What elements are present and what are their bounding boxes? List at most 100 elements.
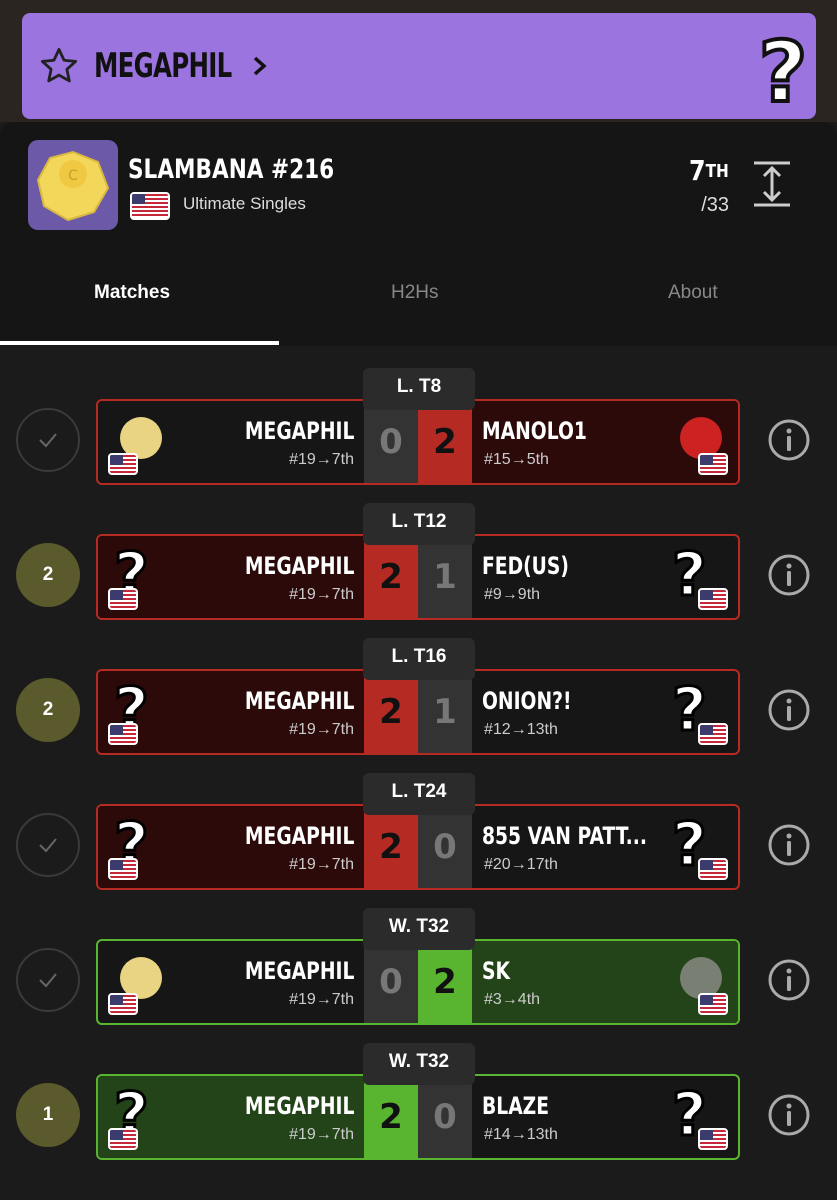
check-icon[interactable] — [16, 813, 80, 877]
dr-mario-icon: ? — [668, 809, 728, 882]
svg-text:?: ? — [759, 31, 808, 113]
info-icon[interactable] — [766, 822, 812, 868]
link-icon — [108, 411, 168, 477]
round-label: L. T24 — [363, 773, 475, 815]
player2-seed: #15→5th — [484, 451, 549, 468]
player2-seed: #20→17th — [484, 856, 558, 873]
event-name: Ultimate Singles — [183, 194, 306, 213]
unknown-icon: ? — [108, 674, 168, 747]
tab-h2hs[interactable]: H2Hs — [391, 282, 439, 304]
tournament-logo: C — [28, 140, 118, 230]
player2-seed: #12→13th — [484, 721, 558, 738]
round-label: L. T12 — [363, 503, 475, 545]
player1-score: 2 — [364, 1076, 418, 1158]
player2-score: 1 — [418, 536, 472, 618]
us-flag-icon — [108, 1128, 138, 1150]
sets-count-badge: 2 — [16, 543, 80, 607]
player2-score: 2 — [418, 401, 472, 483]
us-flag-icon — [108, 858, 138, 880]
unknown-icon: ? — [668, 539, 728, 612]
match-row: 2 0 MEGAPHIL 855 VAN PATT... #19→7th #20→17th… — [0, 773, 837, 893]
info-icon[interactable] — [766, 957, 812, 1003]
player2-score: 1 — [418, 671, 472, 753]
player1-seed: #19→7th — [289, 586, 354, 603]
unknown-character-icon: ? — [757, 31, 810, 113]
us-flag-icon — [108, 453, 138, 475]
info-icon[interactable] — [766, 552, 812, 598]
tournament-panel: C SLAMBANA #216 Ultimate Singles 7TH /33… — [0, 122, 837, 1200]
mario-icon — [668, 411, 728, 477]
match-card[interactable]: 2 0 MEGAPHIL 855 VAN PATT... #19→7th #20→17th… — [96, 804, 740, 890]
us-flag-icon — [698, 588, 728, 610]
match-card[interactable]: 2 0 MEGAPHIL BLAZE #19→7th #14→13th?? — [96, 1074, 740, 1160]
match-row: 0 2 MEGAPHIL SK #19→7th #3→4th W. T32 — [0, 908, 837, 1028]
us-flag-icon — [698, 453, 728, 475]
match-card[interactable]: 2 1 MEGAPHIL FED(US) #19→7th #9→9th?? — [96, 534, 740, 620]
us-flag-icon — [698, 858, 728, 880]
link-icon — [108, 951, 168, 1017]
player1-name: MEGAPHIL — [244, 957, 354, 985]
match-card[interactable]: 0 2 MEGAPHIL MANOLO1 #19→7th #15→5th — [96, 399, 740, 485]
dr-mario-icon: ? — [668, 1079, 728, 1152]
chevron-right-icon — [253, 56, 267, 76]
player1-name: MEGAPHIL — [244, 822, 354, 850]
placement: 7TH — [689, 154, 729, 187]
check-icon[interactable] — [16, 948, 80, 1012]
player1-name: MEGAPHIL — [244, 1092, 354, 1120]
player2-name: SK — [482, 957, 510, 985]
player1-seed: #19→7th — [289, 856, 354, 873]
info-icon[interactable] — [766, 1092, 812, 1138]
info-icon[interactable] — [766, 687, 812, 733]
sets-count-badge: 2 — [16, 678, 80, 742]
us-flag-icon — [698, 993, 728, 1015]
round-label: W. T32 — [363, 1043, 475, 1085]
round-label: L. T8 — [363, 368, 475, 410]
player1-seed: #19→7th — [289, 1126, 354, 1143]
us-flag-icon — [108, 993, 138, 1015]
unknown-icon: ? — [668, 674, 728, 747]
player1-score: 2 — [364, 806, 418, 888]
round-label: L. T16 — [363, 638, 475, 680]
us-flag-icon — [130, 192, 170, 220]
player2-score: 0 — [418, 806, 472, 888]
player2-name: ONION?! — [482, 687, 572, 715]
player1-seed: #19→7th — [289, 991, 354, 1008]
player1-score: 0 — [364, 941, 418, 1023]
player-banner[interactable]: MEGAPHIL ? — [22, 13, 816, 119]
player1-name: MEGAPHIL — [244, 552, 354, 580]
player1-seed: #19→7th — [289, 451, 354, 468]
player2-score: 0 — [418, 1076, 472, 1158]
match-row: 2 2 1 MEGAPHIL ONION?! #19→7th #12→13th?? L. T1… — [0, 638, 837, 758]
match-card[interactable]: 2 1 MEGAPHIL ONION?! #19→7th #12→13th?? — [96, 669, 740, 755]
us-flag-icon — [108, 588, 138, 610]
us-flag-icon — [108, 723, 138, 745]
tab-about[interactable]: About — [668, 282, 718, 304]
star-icon[interactable] — [38, 45, 80, 87]
tab-matches[interactable]: Matches — [94, 282, 170, 304]
player2-seed: #9→9th — [484, 586, 541, 603]
snake-icon — [668, 951, 728, 1017]
match-row: 0 2 MEGAPHIL MANOLO1 #19→7th #15→5th L. T8 — [0, 368, 837, 488]
active-tab-indicator — [0, 341, 279, 345]
player1-score: 0 — [364, 401, 418, 483]
placement-suffix: TH — [705, 161, 729, 182]
player1-score: 2 — [364, 671, 418, 753]
us-flag-icon — [698, 1128, 728, 1150]
player2-score: 2 — [418, 941, 472, 1023]
match-card[interactable]: 0 2 MEGAPHIL SK #19→7th #3→4th — [96, 939, 740, 1025]
entrant-count: /33 — [701, 194, 729, 216]
check-icon[interactable] — [16, 408, 80, 472]
player2-seed: #3→4th — [484, 991, 541, 1008]
sets-count-badge: 1 — [16, 1083, 80, 1147]
tournament-header: C SLAMBANA #216 Ultimate Singles 7TH /33… — [0, 122, 837, 346]
player1-seed: #19→7th — [289, 721, 354, 738]
player2-name: BLAZE — [482, 1092, 550, 1120]
player1-score: 2 — [364, 536, 418, 618]
player1-name: MEGAPHIL — [244, 687, 354, 715]
expand-icon[interactable] — [752, 160, 792, 208]
player2-name: MANOLO1 — [482, 417, 587, 445]
placement-number: 7 — [689, 154, 706, 187]
match-row: 2 2 1 MEGAPHIL FED(US) #19→7th #9→9th?? L. T12 — [0, 503, 837, 623]
player1-name: MEGAPHIL — [244, 417, 354, 445]
info-icon[interactable] — [766, 417, 812, 463]
